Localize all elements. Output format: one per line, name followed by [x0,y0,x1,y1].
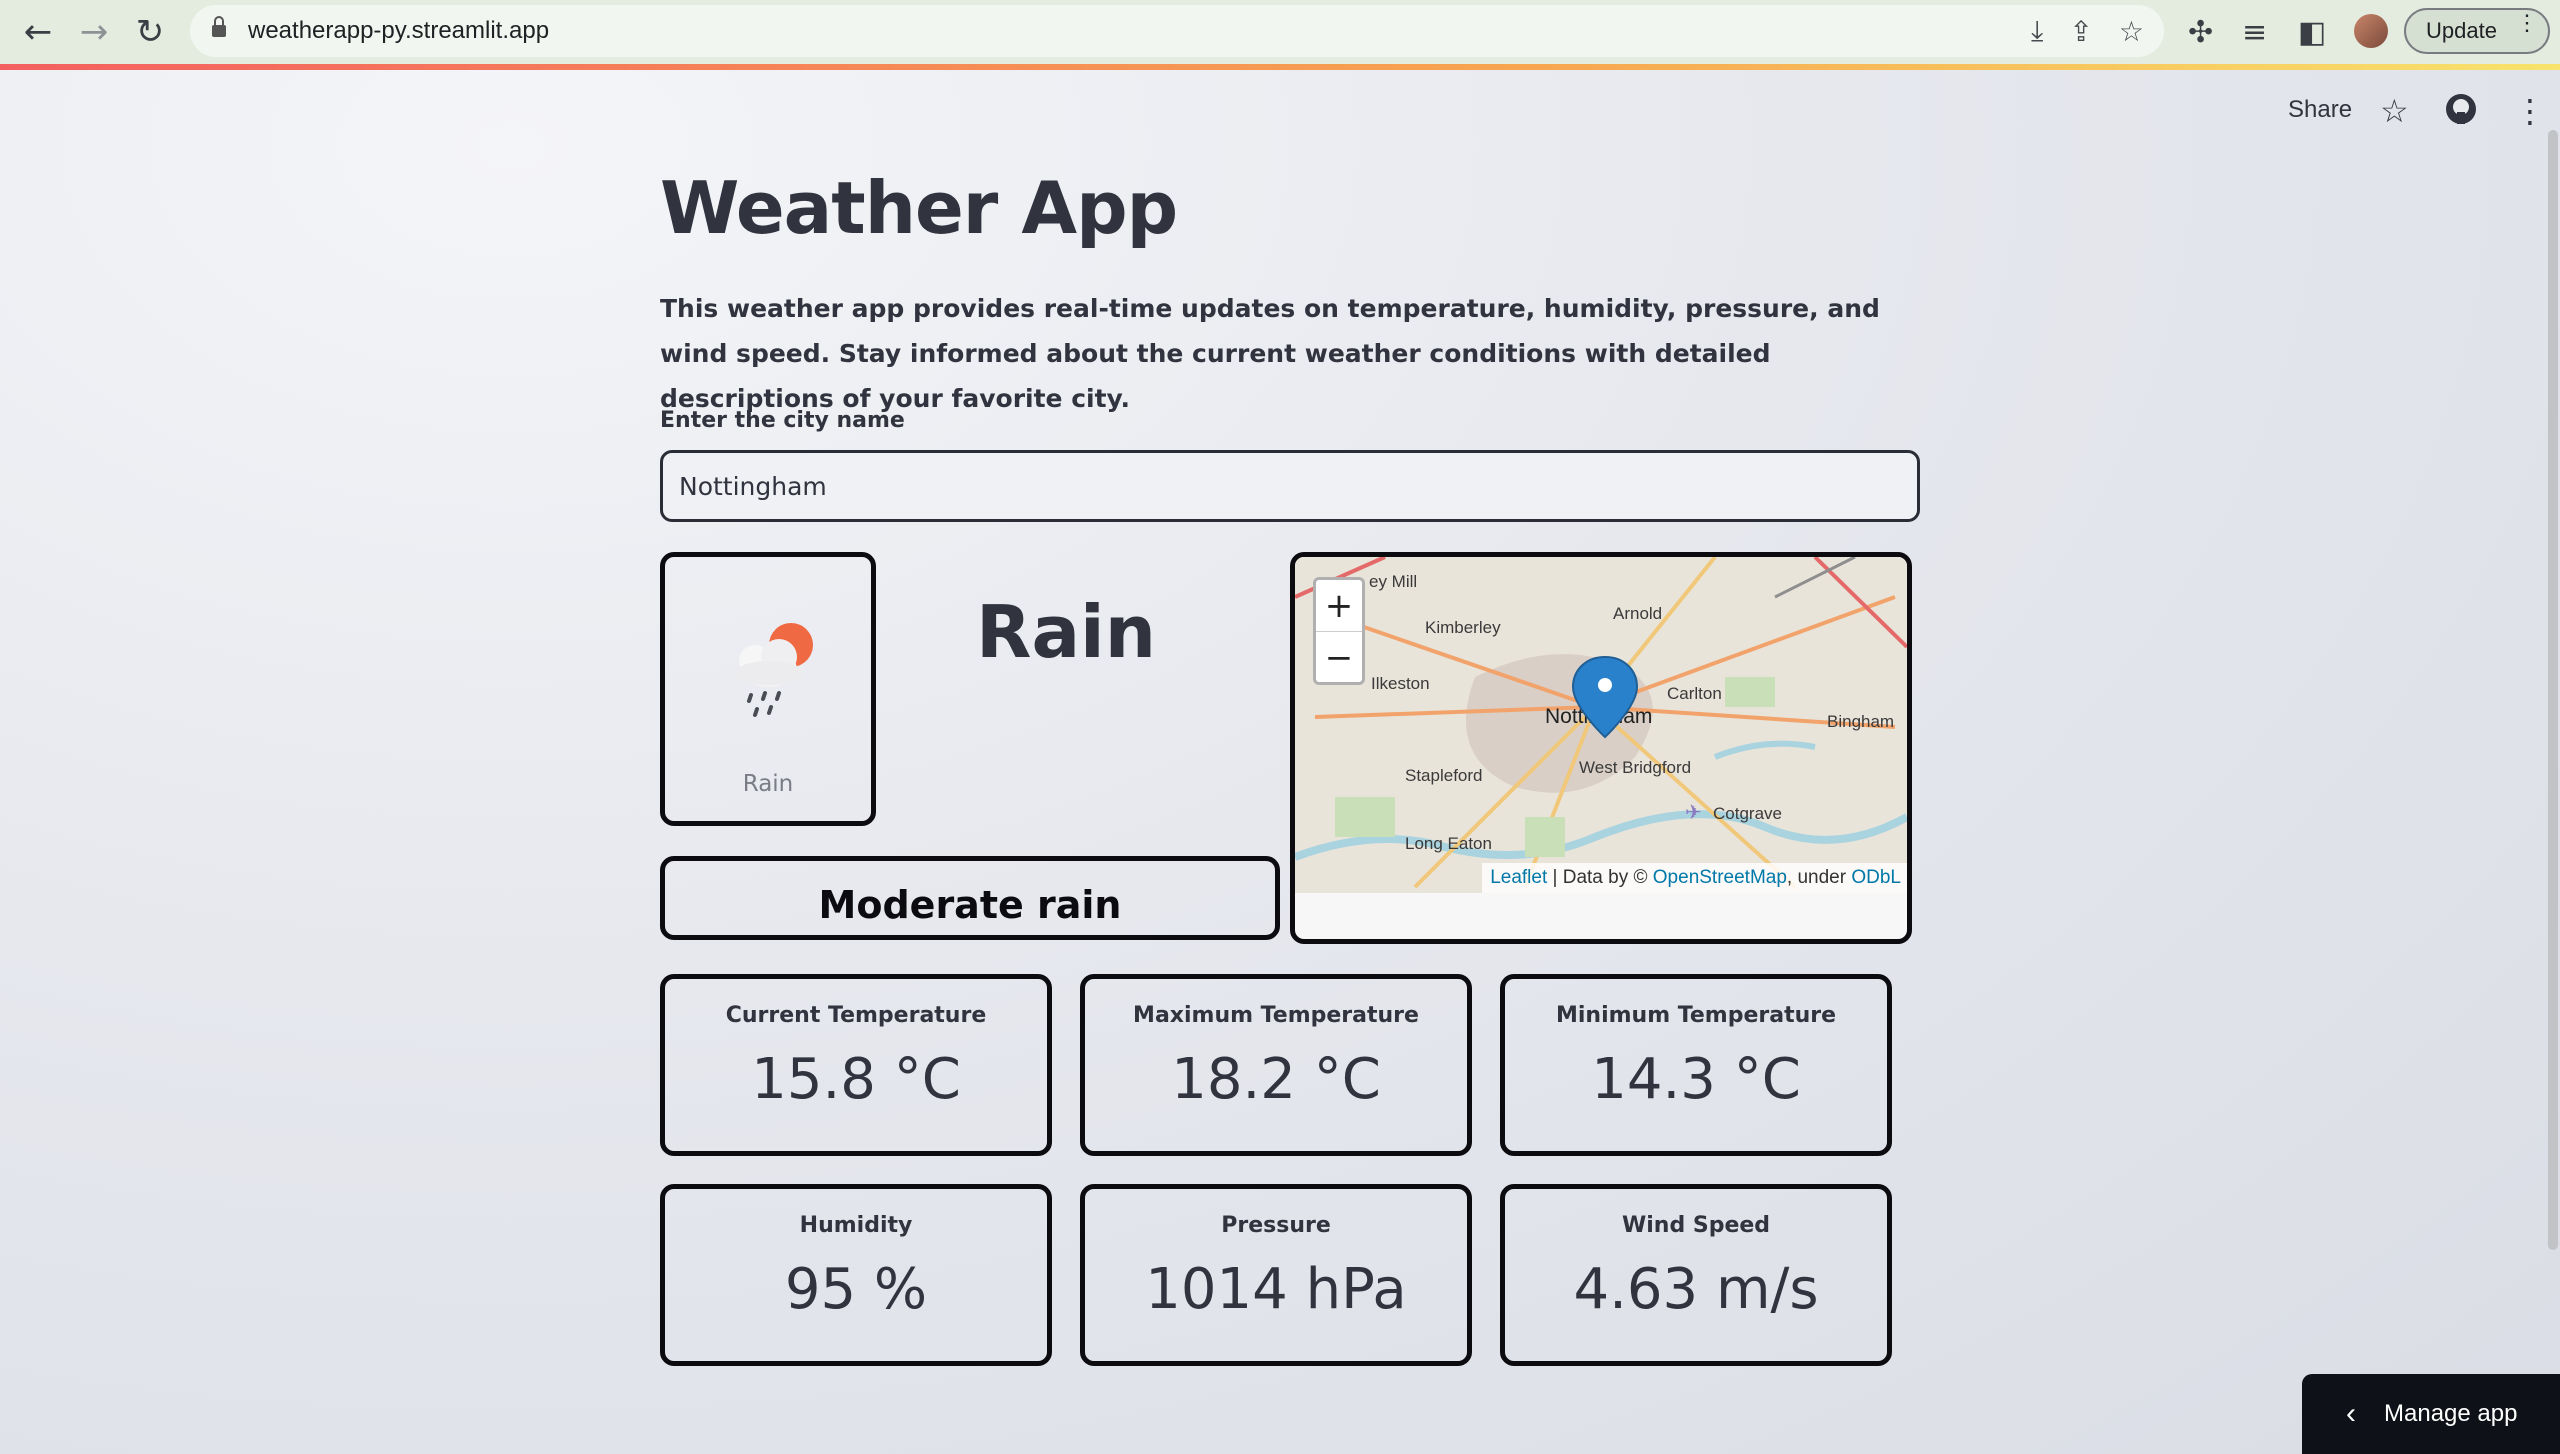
weather-icon-caption: Rain [742,771,794,797]
attribution-text: | Data by © [1547,867,1653,888]
metric-value: 95 % [784,1257,928,1322]
map-zoom-control: + − [1313,577,1365,685]
metric-value: 18.2 °C [1171,1047,1381,1112]
weather-condition: Rain [976,590,1156,674]
main-menu-icon[interactable]: ⋮ [2514,92,2546,130]
zoom-out-button[interactable]: − [1316,632,1362,683]
metric-label: Minimum Temperature [1555,1003,1837,1028]
metric-maximum-temperature: Maximum Temperature 18.2 °C [1080,974,1472,1156]
browser-toolbar: ← → ↻ weatherapp-py.streamlit.app ⤓ ⇪ ☆ … [0,0,2560,64]
svg-text:Arnold: Arnold [1613,604,1662,623]
map-tiles: Kimberley Arnold Ilkeston Nottingham Car… [1295,557,1907,893]
manage-app-button[interactable]: ‹ Manage app [2302,1374,2560,1454]
lock-icon[interactable] [212,16,226,37]
svg-text:Carlton: Carlton [1667,684,1722,703]
metric-humidity: Humidity 95 % [660,1184,1052,1366]
scrollbar[interactable] [2548,130,2558,1250]
reload-icon[interactable]: ↻ [124,6,176,58]
star-icon[interactable]: ☆ [2380,92,2409,130]
attribution-under: , under [1786,867,1852,888]
metric-label: Pressure [1221,1213,1331,1238]
update-label: Update [2426,18,2497,43]
metric-label: Wind Speed [1621,1213,1771,1238]
github-icon[interactable] [2444,92,2478,134]
map-attribution: Leaflet | Data by © OpenStreetMap , unde… [1482,863,1907,893]
kebab-menu-icon[interactable]: ⋮ [2516,12,2538,34]
metric-value: 15.8 °C [751,1047,961,1112]
app-description: This weather app provides real-time upda… [660,294,1880,413]
streamlit-accent-bar [0,64,2560,70]
url-text[interactable]: weatherapp-py.streamlit.app [248,17,549,45]
svg-text:✈: ✈ [1685,800,1702,824]
svg-text:Cotgrave: Cotgrave [1713,804,1782,823]
openstreetmap-link[interactable]: OpenStreetMap [1653,867,1787,889]
svg-text:West Bridgford: West Bridgford [1579,758,1691,777]
metric-current-temperature: Current Temperature 15.8 °C [660,974,1052,1156]
metric-label: Current Temperature [725,1003,987,1028]
share-page-icon[interactable]: ⇪ [2069,15,2092,48]
svg-text:Ilkeston: Ilkeston [1371,674,1430,693]
metric-minimum-temperature: Minimum Temperature 14.3 °C [1500,974,1892,1156]
weather-icon-card: Rain [660,552,876,826]
svg-text:Bingham: Bingham [1827,712,1894,731]
map-card: Kimberley Arnold Ilkeston Nottingham Car… [1290,552,1912,944]
forward-arrow-icon[interactable]: → [68,6,120,58]
svg-text:Long Eaton: Long Eaton [1405,834,1492,853]
weather-description-card: Moderate rain [660,856,1280,940]
city-map[interactable]: Kimberley Arnold Ilkeston Nottingham Car… [1295,557,1907,893]
city-input-label: Enter the city name [660,408,905,433]
svg-text:Kimberley: Kimberley [1425,618,1501,637]
profile-avatar[interactable] [2354,14,2388,48]
address-bar[interactable]: weatherapp-py.streamlit.app ⤓ ⇪ ☆ [190,5,2164,57]
odbl-link[interactable]: ODbL [1851,867,1901,889]
update-button[interactable]: Update ⋮ [2404,8,2550,54]
city-name-input[interactable] [660,450,1920,522]
page-title: Weather App [660,166,1178,250]
side-panel-icon[interactable]: ◧ [2298,0,2326,64]
back-arrow-icon[interactable]: ← [12,6,64,58]
media-queue-icon[interactable]: ≡ [2242,0,2267,64]
metric-label: Maximum Temperature [1133,1003,1419,1028]
metric-value: 1014 hPa [1145,1257,1407,1322]
metric-wind-speed: Wind Speed 4.63 m/s [1500,1184,1892,1366]
metric-value: 4.63 m/s [1573,1257,1819,1322]
metric-pressure: Pressure 1014 hPa [1080,1184,1472,1366]
manage-app-label: Manage app [2384,1400,2518,1427]
weather-description: Moderate rain [818,883,1122,927]
rain-cloud-sun-icon [735,623,813,717]
install-app-icon[interactable]: ⤓ [2031,14,2043,48]
metric-value: 14.3 °C [1591,1047,1801,1112]
metric-label: Humidity [799,1213,913,1238]
leaflet-link[interactable]: Leaflet [1490,867,1547,889]
svg-text:ey Mill: ey Mill [1369,572,1417,591]
share-button[interactable]: Share [2288,96,2352,124]
svg-text:Stapleford: Stapleford [1405,766,1483,785]
extensions-puzzle-icon[interactable]: ✣ [2188,0,2213,64]
chevron-left-icon: ‹ [2346,1397,2356,1430]
bookmark-star-icon[interactable]: ☆ [2119,15,2144,48]
zoom-in-button[interactable]: + [1316,580,1362,632]
